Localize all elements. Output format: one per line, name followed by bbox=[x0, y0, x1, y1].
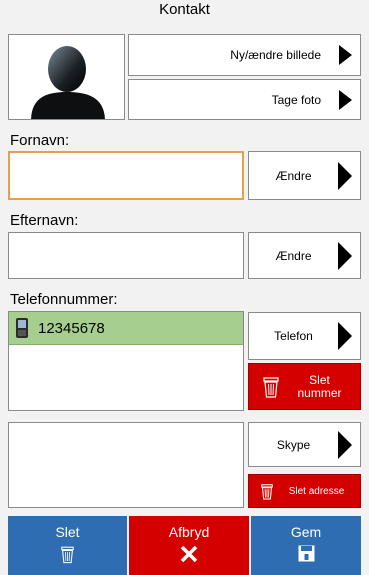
mobile-phone-icon bbox=[16, 318, 28, 338]
page-title: Kontakt bbox=[159, 1, 210, 18]
delete-number-label: Slet nummer bbox=[297, 372, 342, 400]
edit-first-name-label: Ændre bbox=[275, 168, 312, 183]
arrow-right-icon bbox=[338, 322, 352, 350]
trash-icon bbox=[263, 376, 279, 398]
take-photo-label: Tage foto bbox=[271, 92, 321, 107]
edit-last-name-label: Ændre bbox=[275, 248, 312, 263]
arrow-right-icon bbox=[339, 89, 352, 110]
first-name-field[interactable] bbox=[8, 151, 244, 200]
phone-button-label: Telefon bbox=[274, 329, 313, 343]
contact-photo[interactable] bbox=[8, 34, 125, 120]
change-photo-label: Ny/ændre billede bbox=[230, 48, 321, 62]
edit-last-name-button[interactable]: Ændre bbox=[248, 232, 361, 279]
phone-label: Telefonnummer: bbox=[10, 291, 118, 308]
save-label: Gem bbox=[290, 524, 322, 540]
last-name-field[interactable] bbox=[8, 232, 244, 279]
phone-number: 12345678 bbox=[38, 319, 105, 337]
close-icon bbox=[180, 545, 198, 563]
phone-list: 12345678 bbox=[8, 311, 244, 411]
arrow-right-icon bbox=[339, 45, 352, 65]
take-photo-button[interactable]: Tage foto bbox=[128, 79, 361, 120]
skype-button[interactable]: Skype bbox=[248, 422, 361, 467]
arrow-right-icon bbox=[338, 430, 352, 459]
cancel-label: Afbryd bbox=[168, 524, 210, 540]
first-name-label: Fornavn: bbox=[10, 132, 70, 149]
arrow-right-icon bbox=[338, 241, 352, 270]
phone-button[interactable]: Telefon bbox=[248, 312, 361, 360]
delete-address-label: Slet adresse bbox=[288, 485, 345, 497]
list-item[interactable]: 12345678 bbox=[9, 312, 243, 345]
delete-address-button[interactable]: Slet adresse bbox=[248, 474, 361, 508]
floppy-disk-icon bbox=[298, 545, 314, 562]
delete-number-button[interactable]: Slet nummer bbox=[248, 363, 361, 410]
save-button[interactable]: Gem bbox=[251, 516, 361, 575]
person-silhouette-icon bbox=[31, 46, 105, 119]
skype-button-label: Skype bbox=[276, 437, 311, 452]
change-photo-button[interactable]: Ny/ændre billede bbox=[128, 34, 361, 76]
trash-icon bbox=[261, 483, 273, 500]
skype-list bbox=[8, 422, 244, 508]
arrow-right-icon bbox=[338, 161, 352, 190]
last-name-label: Efternavn: bbox=[10, 212, 79, 229]
delete-contact-button[interactable]: Slet bbox=[8, 516, 127, 575]
trash-icon bbox=[61, 546, 74, 564]
edit-first-name-button[interactable]: Ændre bbox=[248, 151, 361, 200]
cancel-button[interactable]: Afbryd bbox=[129, 516, 249, 575]
delete-contact-label: Slet bbox=[55, 524, 80, 540]
